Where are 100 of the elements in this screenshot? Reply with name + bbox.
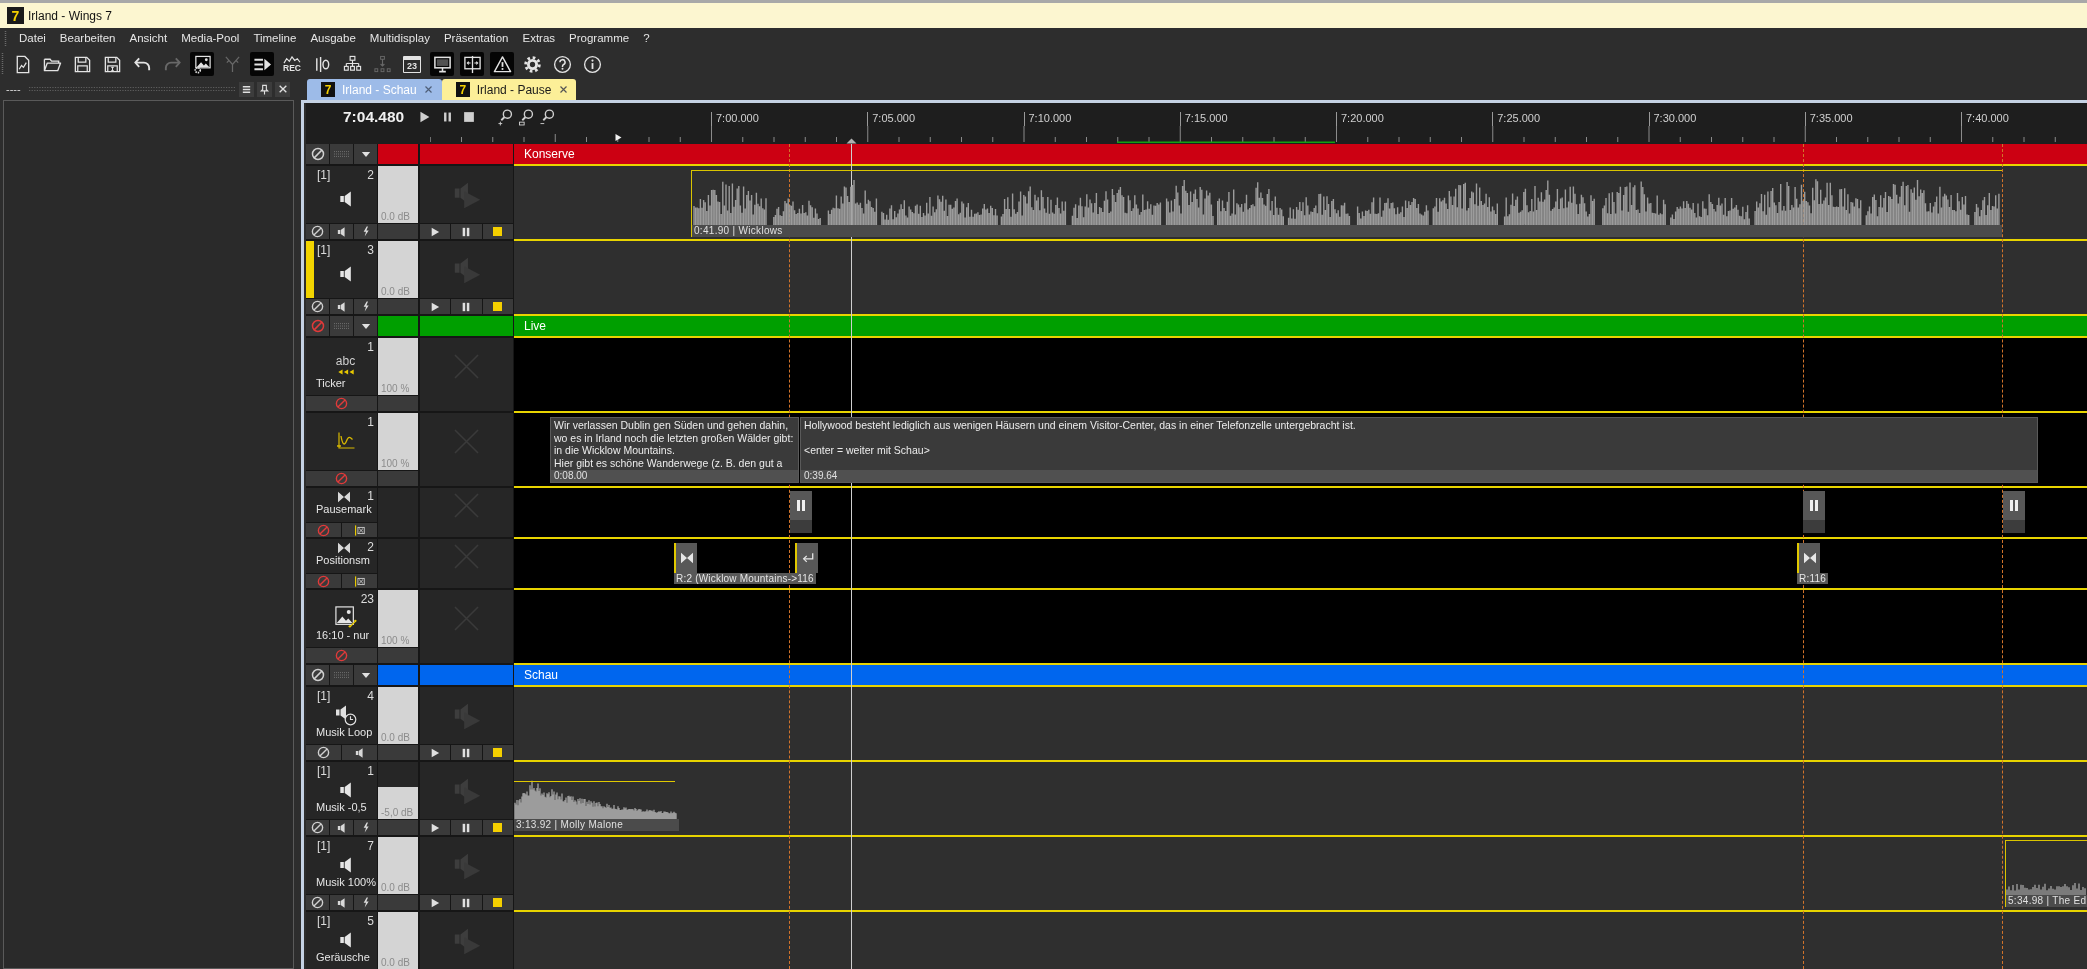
- text-clip[interactable]: Wir verlassen Dublin gen Süden und gehen dahin, wo es in Irland noch die letzten großen Wälder gibt: in die Wicklow Mountains. Hier gibt es schöne Wanderwege (z. B. den gut a 0:08.00: [550, 417, 799, 483]
- stop-button[interactable]: [482, 299, 513, 314]
- pause-button[interactable]: [451, 299, 482, 314]
- window-title: Irland - Wings 7: [28, 9, 113, 22]
- audio-clip[interactable]: 5:34.98 | The Ed: [2005, 840, 2087, 907]
- bowtie-icon[interactable]: [1797, 543, 1820, 573]
- menu-item[interactable]: Präsentation: [436, 28, 516, 49]
- document-tab[interactable]: 7 Irland - Schau: [307, 79, 442, 100]
- pause-button[interactable]: [451, 820, 482, 835]
- text-clip[interactable]: Hollywood besteht lediglich aus wenigen Häusern und einem Visitor-Center, das in einer Telefonzelle untergebracht ist. <enter = weiter mit Schau> 0:39.64: [800, 417, 2038, 483]
- pause-marker[interactable]: [1803, 491, 1825, 533]
- menu-item[interactable]: ?: [636, 28, 657, 49]
- cue-marker-icon[interactable]: [615, 134, 622, 141]
- menu-item[interactable]: Ausgabe: [303, 28, 363, 49]
- play-button[interactable]: [420, 224, 451, 239]
- pin-button[interactable]: [257, 81, 272, 97]
- output-label: [1]: [317, 765, 331, 778]
- speaker-button[interactable]: [330, 820, 353, 835]
- bowtie-icon: [337, 542, 351, 554]
- prohibited-button[interactable]: [306, 299, 329, 314]
- menu-item[interactable]: Timeline: [246, 28, 304, 49]
- audio-clip[interactable]: 0:41.90 | Wicklows: [691, 170, 2002, 237]
- prohibited-button[interactable]: [306, 745, 341, 760]
- track-header[interactable]: 1: [306, 413, 377, 470]
- track-header[interactable]: [1] 7 Musik 100%: [306, 837, 377, 894]
- speaker-button[interactable]: [330, 224, 353, 239]
- play-icon: [430, 822, 441, 833]
- menu-item[interactable]: Bearbeiten: [52, 28, 123, 49]
- speaker-button[interactable]: [330, 895, 353, 910]
- track-header[interactable]: 1 Pausemark: [306, 488, 377, 522]
- track-name: Musik 100%: [315, 876, 377, 890]
- stop-button[interactable]: [482, 820, 513, 835]
- ruler-label: 7:25.000: [1492, 112, 1541, 126]
- lightning-button[interactable]: [354, 895, 377, 910]
- track-name: Geräusche: [315, 951, 371, 965]
- dots-grid-icon: [332, 322, 351, 330]
- prohibited-button[interactable]: [306, 895, 329, 910]
- output-label: [1]: [317, 840, 331, 853]
- prohibited-button[interactable]: [306, 224, 329, 239]
- track-header[interactable]: [1] 4 Musik Loop: [306, 687, 377, 744]
- stop-button[interactable]: [482, 745, 513, 760]
- menu-item[interactable]: Ansicht: [122, 28, 175, 49]
- dropdown-button[interactable]: [354, 665, 377, 685]
- speaker-button[interactable]: [342, 745, 377, 760]
- lightning-button[interactable]: [354, 820, 377, 835]
- play-button[interactable]: [420, 299, 451, 314]
- speaker-button[interactable]: [330, 299, 353, 314]
- square-icon: [493, 227, 503, 236]
- dropdown-button[interactable]: [354, 144, 377, 164]
- track-header[interactable]: 1 abc Ticker: [306, 338, 377, 395]
- track-header[interactable]: [1] 5 Geräusche: [306, 912, 377, 969]
- prohibited-button[interactable]: [306, 820, 329, 835]
- track-header[interactable]: 23 16:10 - nur: [306, 590, 377, 647]
- menu-item[interactable]: Media-Pool: [174, 28, 247, 49]
- pause-button[interactable]: [451, 895, 482, 910]
- pause-marker[interactable]: [790, 491, 812, 533]
- output-label: [1]: [317, 244, 331, 257]
- track-header[interactable]: [1] 1 Musik -0,5: [306, 762, 377, 819]
- pause-button[interactable]: [451, 224, 482, 239]
- level-reading: 100 %: [380, 458, 410, 470]
- curve-icon: [335, 431, 356, 451]
- lightning-button[interactable]: [354, 224, 377, 239]
- menu-item[interactable]: Extras: [515, 28, 563, 49]
- boxed-cross-button[interactable]: [342, 523, 377, 537]
- menu-item[interactable]: Datei: [12, 28, 53, 49]
- track-name: Ticker: [315, 377, 347, 390]
- menu-button[interactable]: [239, 81, 254, 97]
- rec-button[interactable]: REC: [280, 52, 304, 76]
- play-button[interactable]: [420, 895, 451, 910]
- lightning-button[interactable]: [354, 299, 377, 314]
- track-header[interactable]: [1] 3: [306, 241, 377, 298]
- play-button[interactable]: [420, 745, 451, 760]
- play-button[interactable]: [420, 820, 451, 835]
- track-name: Musik -0,5: [315, 801, 368, 815]
- stop-button[interactable]: [482, 224, 513, 239]
- track-number: 5: [367, 915, 374, 928]
- close-button[interactable]: [275, 81, 290, 97]
- document-tab[interactable]: 7 Irland - Pause: [441, 79, 577, 100]
- dropdown-button[interactable]: [354, 316, 377, 336]
- zoom-out-icon: [540, 107, 556, 127]
- dots-grid-icon: [332, 150, 351, 158]
- pause-button[interactable]: [451, 745, 482, 760]
- boxed-cross-button[interactable]: [342, 574, 377, 588]
- lightning-icon: [361, 822, 370, 833]
- track-number: 1: [367, 341, 374, 354]
- stop-button[interactable]: [482, 895, 513, 910]
- bowtie-icon[interactable]: [674, 543, 697, 573]
- clip-label: 3:13.92 | Molly Malone: [514, 819, 679, 831]
- track-header[interactable]: 2 Positionsm: [306, 539, 377, 573]
- track-number: 3: [367, 244, 374, 257]
- pause-icon: [797, 500, 805, 511]
- menu-item[interactable]: Programme: [562, 28, 637, 49]
- zoom-in-button[interactable]: [498, 107, 514, 127]
- menu-item[interactable]: Multidisplay: [362, 28, 437, 49]
- pause-marker[interactable]: [2003, 491, 2025, 533]
- track-header[interactable]: [1] 2: [306, 166, 377, 223]
- close-button[interactable]: [558, 84, 569, 95]
- zoom-out-button[interactable]: [540, 107, 556, 127]
- audio-clip[interactable]: 3:13.92 | Molly Malone: [514, 765, 679, 831]
- zoom-fit-button[interactable]: [519, 107, 535, 127]
